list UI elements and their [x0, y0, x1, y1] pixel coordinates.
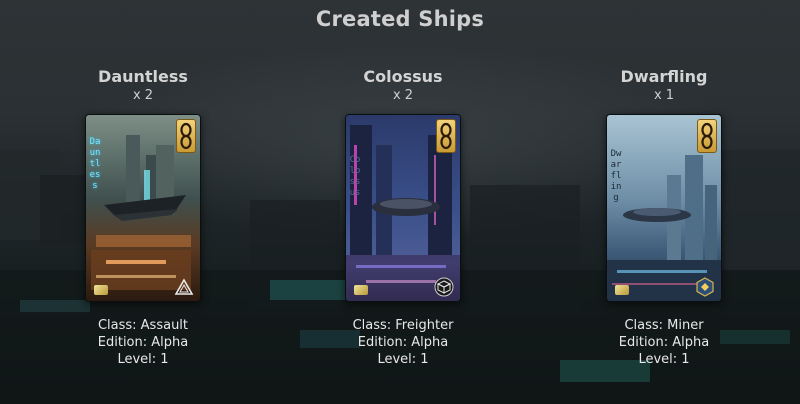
ship-count: x 2	[392, 88, 414, 103]
ship-card[interactable]: Dwarfling	[606, 114, 722, 302]
chip-icon	[94, 285, 108, 295]
chain-link-icon	[697, 119, 717, 153]
ship-entry-colossus: Colossus x 2 Colossus Class: Freighter E…	[303, 66, 503, 368]
ship-edition: Edition: Alpha	[97, 335, 189, 350]
ship-card[interactable]: Colossus	[345, 114, 461, 302]
ship-count: x 2	[132, 88, 154, 103]
ship-name: Dauntless	[98, 67, 188, 86]
card-vertical-label: Colossus	[349, 155, 361, 198]
ship-edition: Edition: Alpha	[357, 335, 449, 350]
chip-icon	[354, 285, 368, 295]
triangle-icon	[174, 277, 194, 297]
crate-icon	[434, 277, 454, 297]
ship-entry-dwarfling: Dwarfling x 1 Dwarfling Class: Miner Edi…	[564, 66, 764, 368]
hexagon-gem-icon	[695, 277, 715, 297]
ship-details: Class: Freighter Edition: Alpha Level: 1	[303, 317, 503, 368]
ship-class: Class: Freighter	[352, 318, 454, 333]
card-vertical-label: Dauntless	[89, 137, 101, 191]
ship-edition: Edition: Alpha	[618, 335, 710, 350]
chain-link-icon	[436, 119, 456, 153]
ship-name: Dwarfling	[620, 67, 708, 86]
card-vertical-label: Dwarfling	[610, 149, 622, 203]
ship-details: Class: Assault Edition: Alpha Level: 1	[43, 317, 243, 368]
ship-name: Colossus	[363, 67, 443, 86]
ship-details: Class: Miner Edition: Alpha Level: 1	[564, 317, 764, 368]
ship-level: Level: 1	[638, 352, 690, 367]
ship-level: Level: 1	[377, 352, 429, 367]
page-title: Created Ships	[315, 7, 485, 31]
ship-card[interactable]: Dauntless	[85, 114, 201, 302]
ship-class: Class: Assault	[97, 318, 189, 333]
ship-count: x 1	[653, 88, 675, 103]
ship-class: Class: Miner	[624, 318, 704, 333]
ship-entry-dauntless: Dauntless x 2 Dauntless Class: Assault E…	[43, 66, 243, 368]
ship-level: Level: 1	[117, 352, 169, 367]
chain-link-icon	[176, 119, 196, 153]
chip-icon	[615, 285, 629, 295]
